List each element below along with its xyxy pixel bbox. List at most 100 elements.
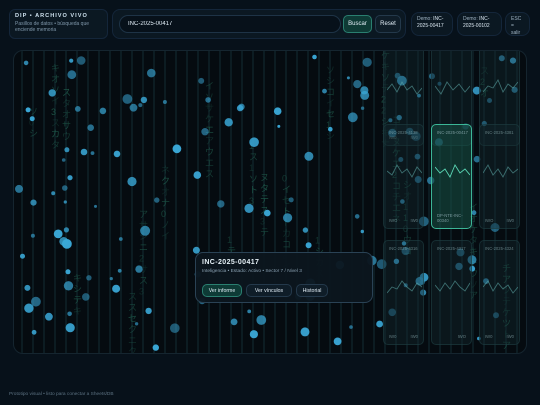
svg-text:テ: テ bbox=[260, 194, 269, 204]
svg-text:3: 3 bbox=[51, 107, 56, 117]
svg-text:サ: サ bbox=[205, 103, 214, 113]
svg-text:イ: イ bbox=[205, 81, 214, 91]
card-sparkline bbox=[435, 164, 470, 178]
app-title: DIP • ARCHIVO VIVO bbox=[15, 13, 88, 19]
svg-text:ノ: ノ bbox=[161, 220, 170, 230]
svg-text:ス: ス bbox=[139, 275, 148, 285]
svg-text:ク: ク bbox=[161, 176, 170, 186]
svg-text:オ: オ bbox=[161, 187, 170, 197]
svg-text:セ: セ bbox=[326, 109, 335, 119]
svg-text:2: 2 bbox=[139, 253, 144, 263]
card-sparkline bbox=[387, 280, 422, 294]
esc-hint-chip: ESC = salir bbox=[505, 12, 530, 36]
svg-text:ス: ス bbox=[205, 169, 214, 179]
svg-text:ナ: ナ bbox=[161, 198, 170, 208]
card-sparkline bbox=[483, 79, 518, 93]
archive-stage[interactable]: ソ0シキオソイ3スカタスタオサウキシテキススセクニクノ1アサシニ2サス3ネクオナ… bbox=[13, 50, 527, 354]
svg-text:ス: ス bbox=[249, 152, 258, 162]
svg-text:0: 0 bbox=[282, 174, 287, 184]
card-id: INC-2025-4317 bbox=[437, 246, 466, 251]
card-sparkline bbox=[483, 280, 518, 294]
svg-text:カ: カ bbox=[282, 229, 291, 239]
svg-text:ク: ク bbox=[128, 346, 137, 354]
svg-text:イ: イ bbox=[326, 98, 335, 108]
svg-text:サ: サ bbox=[62, 120, 71, 130]
archive-card[interactable]: INC-2025-4381 IWO IW0 bbox=[479, 124, 520, 229]
demo-chip-2[interactable]: Demo: INC-2025-00102 bbox=[457, 12, 502, 36]
view-links-button[interactable]: Ver vínculos bbox=[246, 284, 292, 297]
card-label-left: IW0 bbox=[389, 334, 397, 339]
svg-text:オ: オ bbox=[62, 109, 71, 119]
svg-text:ス: ス bbox=[128, 291, 137, 301]
svg-text:1: 1 bbox=[227, 235, 232, 245]
svg-text:ク: ク bbox=[128, 324, 137, 334]
svg-text:ア: ア bbox=[139, 209, 148, 219]
card-label-left: IWO bbox=[485, 218, 494, 223]
archive-card[interactable]: INC-2025-4324 IW0 IW0 bbox=[479, 240, 520, 345]
demo-chip-1[interactable]: Demo: INC-2025-00417 bbox=[411, 12, 453, 36]
svg-text:イ: イ bbox=[51, 96, 60, 106]
view-report-button[interactable]: Ver informe bbox=[202, 284, 242, 297]
svg-text:ケ: ケ bbox=[205, 114, 214, 124]
history-button[interactable]: Historial bbox=[296, 284, 328, 297]
svg-text:ス: ス bbox=[51, 118, 60, 128]
svg-text:セ: セ bbox=[128, 313, 137, 323]
svg-text:シ: シ bbox=[326, 76, 335, 86]
record-meta: Inteligencia • Estado: Activo • Sector 7… bbox=[202, 269, 302, 274]
svg-text:ネ: ネ bbox=[161, 165, 170, 175]
archive-card[interactable]: INC-2025-4317 IWO bbox=[431, 240, 472, 345]
svg-text:キ: キ bbox=[51, 63, 60, 73]
svg-text:タ: タ bbox=[62, 98, 71, 108]
svg-text:ヌ: ヌ bbox=[260, 172, 269, 182]
card-label-right: IW0 bbox=[410, 218, 418, 223]
record-popup: INC-2025-00417 Inteligencia • Estado: Ac… bbox=[195, 252, 373, 303]
svg-text:カ: カ bbox=[51, 129, 60, 139]
record-title: INC-2025-00417 bbox=[202, 259, 260, 266]
svg-text:シ: シ bbox=[29, 128, 38, 138]
svg-text:タ: タ bbox=[51, 140, 60, 150]
svg-text:エ: エ bbox=[502, 352, 511, 354]
card-sparkline bbox=[435, 280, 470, 292]
search-bar: Buscar Reset bbox=[112, 9, 406, 39]
card-id: INC-2025-4138 bbox=[389, 130, 418, 135]
svg-text:タ: タ bbox=[260, 183, 269, 193]
footer-note: Prototipo visual • listo para conectar a… bbox=[9, 392, 114, 397]
svg-text:テ: テ bbox=[260, 227, 269, 237]
archive-card[interactable]: INC-2025-00417 DP-NTE-INC-00340 bbox=[431, 124, 472, 229]
svg-text:イ: イ bbox=[282, 185, 291, 195]
svg-text:ソ: ソ bbox=[249, 174, 258, 184]
archive-card[interactable]: INC-2025-4316 IW0 IW0 bbox=[383, 240, 424, 345]
card-label-right: IW0 bbox=[506, 218, 514, 223]
svg-text:ア: ア bbox=[205, 136, 214, 146]
svg-text:ソ: ソ bbox=[29, 106, 38, 116]
search-input[interactable] bbox=[119, 15, 341, 33]
card-label-left: IWO bbox=[389, 218, 398, 223]
svg-text:ウ: ウ bbox=[62, 131, 71, 141]
svg-text:シ: シ bbox=[326, 131, 335, 141]
card-label-right: IW0 bbox=[506, 334, 514, 339]
svg-text:1: 1 bbox=[249, 163, 254, 173]
svg-text:オ: オ bbox=[51, 74, 60, 84]
card-label-left: IW0 bbox=[485, 334, 493, 339]
esc-hint-line1: ESC = bbox=[511, 16, 522, 29]
svg-text:ニ: ニ bbox=[128, 335, 137, 345]
search-button[interactable]: Buscar bbox=[343, 15, 372, 33]
svg-text:ト: ト bbox=[249, 185, 258, 195]
card-sparkline bbox=[483, 164, 518, 178]
svg-text:コ: コ bbox=[326, 87, 335, 97]
svg-text:ス: ス bbox=[62, 87, 71, 97]
svg-text:3: 3 bbox=[139, 286, 144, 296]
card-sparkline bbox=[387, 81, 422, 95]
reset-button[interactable]: Reset bbox=[375, 15, 401, 33]
card-label-left: DP-NTE-INC-00340 bbox=[437, 213, 463, 223]
demo-chip-prefix: Demo: bbox=[463, 16, 478, 22]
card-sparkline bbox=[435, 81, 470, 95]
svg-text:ソ: ソ bbox=[326, 65, 335, 75]
card-label-right: IW0 bbox=[410, 334, 418, 339]
card-sparkline bbox=[387, 164, 422, 178]
esc-hint-line2: salir bbox=[511, 30, 521, 36]
svg-text:シ: シ bbox=[73, 284, 82, 294]
card-id: INC-2025-00417 bbox=[437, 130, 468, 135]
archive-card[interactable]: INC-2025-4138 IWO IW0 bbox=[383, 124, 424, 229]
card-id: INC-2025-4381 bbox=[485, 130, 514, 135]
